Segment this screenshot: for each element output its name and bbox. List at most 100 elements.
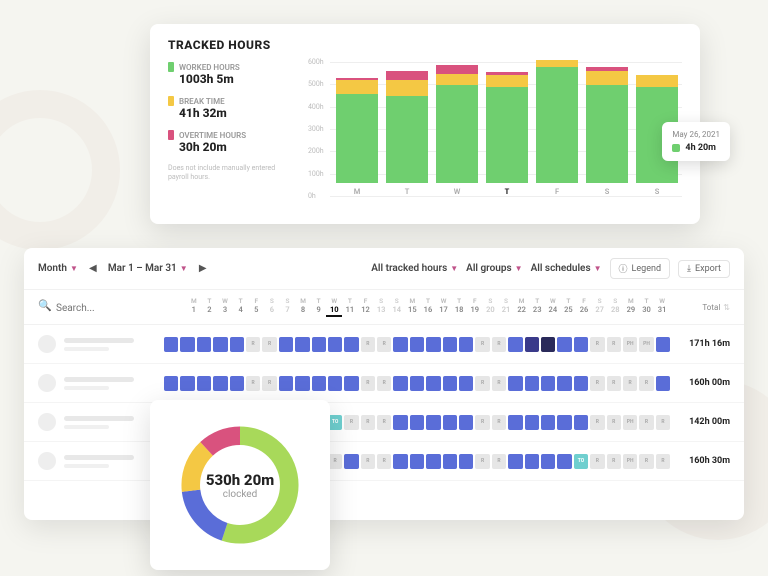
day-cell[interactable] bbox=[426, 337, 440, 352]
legend-button[interactable]: ⓘLegend bbox=[610, 258, 671, 279]
bar-column[interactable]: S bbox=[586, 67, 628, 196]
day-column-header[interactable]: S21 bbox=[498, 297, 514, 317]
employee-name[interactable] bbox=[64, 416, 164, 429]
day-cell[interactable] bbox=[164, 337, 178, 352]
day-cell[interactable]: R bbox=[607, 454, 621, 469]
day-cell[interactable] bbox=[426, 454, 440, 469]
day-cell[interactable]: R bbox=[607, 337, 621, 352]
day-cell[interactable] bbox=[525, 337, 539, 352]
day-cell[interactable]: R bbox=[475, 376, 489, 391]
prev-button[interactable]: ◀ bbox=[86, 262, 100, 276]
day-cell[interactable] bbox=[525, 415, 539, 430]
employee-name[interactable] bbox=[64, 338, 164, 351]
day-cell[interactable]: R bbox=[475, 415, 489, 430]
day-cell[interactable] bbox=[410, 337, 424, 352]
day-column-header[interactable]: W17 bbox=[436, 297, 452, 317]
day-cell[interactable]: R bbox=[262, 376, 276, 391]
day-cell[interactable]: R bbox=[475, 337, 489, 352]
day-cell[interactable] bbox=[508, 454, 522, 469]
bar-column[interactable]: M bbox=[336, 78, 378, 196]
groups-filter-dropdown[interactable]: All groups ▼ bbox=[466, 263, 522, 274]
day-cell[interactable]: R bbox=[607, 415, 621, 430]
day-cell[interactable]: R bbox=[361, 454, 375, 469]
day-cell[interactable] bbox=[410, 376, 424, 391]
day-column-header[interactable]: F5 bbox=[248, 297, 264, 317]
day-cell[interactable] bbox=[344, 337, 358, 352]
day-cell[interactable]: R bbox=[492, 376, 506, 391]
day-column-header[interactable]: M29 bbox=[623, 297, 639, 317]
day-column-header[interactable]: T4 bbox=[233, 297, 249, 317]
day-cell[interactable]: R bbox=[377, 337, 391, 352]
day-column-header[interactable]: F26 bbox=[576, 297, 592, 317]
day-cell[interactable]: R bbox=[246, 337, 260, 352]
day-cell[interactable] bbox=[541, 454, 555, 469]
day-column-header[interactable]: W24 bbox=[545, 297, 561, 317]
next-button[interactable]: ▶ bbox=[196, 262, 210, 276]
day-column-header[interactable]: S6 bbox=[264, 297, 280, 317]
day-cell[interactable] bbox=[312, 376, 326, 391]
avatar[interactable] bbox=[38, 452, 56, 470]
day-cell[interactable]: TO bbox=[328, 415, 342, 430]
day-column-header[interactable]: W10 bbox=[326, 297, 342, 317]
day-cell[interactable]: R bbox=[262, 337, 276, 352]
day-cell[interactable] bbox=[279, 376, 293, 391]
day-cell[interactable] bbox=[525, 376, 539, 391]
day-cell[interactable]: R bbox=[639, 376, 653, 391]
day-cell[interactable]: R bbox=[590, 415, 604, 430]
day-column-header[interactable]: F12 bbox=[358, 297, 374, 317]
day-cell[interactable] bbox=[410, 454, 424, 469]
day-cell[interactable] bbox=[180, 337, 194, 352]
day-cell[interactable] bbox=[557, 415, 571, 430]
day-cell[interactable] bbox=[328, 376, 342, 391]
day-cell[interactable] bbox=[230, 337, 244, 352]
day-column-header[interactable]: T23 bbox=[529, 297, 545, 317]
day-cell[interactable] bbox=[541, 376, 555, 391]
day-cell[interactable]: R bbox=[361, 337, 375, 352]
day-column-header[interactable]: W3 bbox=[217, 297, 233, 317]
day-column-header[interactable]: T30 bbox=[639, 297, 655, 317]
day-column-header[interactable]: S28 bbox=[607, 297, 623, 317]
day-cell[interactable] bbox=[525, 454, 539, 469]
export-button[interactable]: ⤓Export bbox=[678, 260, 730, 278]
day-cell[interactable]: PH bbox=[623, 415, 637, 430]
day-cell[interactable] bbox=[295, 376, 309, 391]
day-cell[interactable] bbox=[459, 454, 473, 469]
day-cell[interactable]: R bbox=[590, 337, 604, 352]
bar-column[interactable]: T bbox=[486, 72, 528, 196]
day-column-header[interactable]: M22 bbox=[514, 297, 530, 317]
day-cell[interactable]: R bbox=[377, 454, 391, 469]
day-cell[interactable] bbox=[541, 337, 555, 352]
total-column-header[interactable]: Total ⇅ bbox=[670, 303, 730, 312]
day-cell[interactable]: R bbox=[639, 415, 653, 430]
day-cell[interactable] bbox=[656, 337, 670, 352]
day-column-header[interactable]: M8 bbox=[295, 297, 311, 317]
day-cell[interactable] bbox=[557, 454, 571, 469]
day-cell[interactable]: R bbox=[361, 415, 375, 430]
day-cell[interactable]: R bbox=[656, 454, 670, 469]
day-cell[interactable] bbox=[574, 415, 588, 430]
period-dropdown[interactable]: Month ▼ bbox=[38, 263, 78, 274]
day-cell[interactable] bbox=[508, 376, 522, 391]
day-cell[interactable] bbox=[164, 376, 178, 391]
day-cell[interactable]: R bbox=[344, 415, 358, 430]
day-column-header[interactable]: T16 bbox=[420, 297, 436, 317]
day-cell[interactable]: R bbox=[590, 454, 604, 469]
day-cell[interactable]: R bbox=[377, 415, 391, 430]
day-column-header[interactable]: S14 bbox=[389, 297, 405, 317]
day-cell[interactable] bbox=[180, 376, 194, 391]
day-column-header[interactable]: T25 bbox=[561, 297, 577, 317]
day-cell[interactable] bbox=[557, 337, 571, 352]
day-column-header[interactable]: T18 bbox=[451, 297, 467, 317]
employee-name[interactable] bbox=[64, 377, 164, 390]
day-cell[interactable] bbox=[426, 376, 440, 391]
day-cell[interactable] bbox=[279, 337, 293, 352]
day-cell[interactable] bbox=[557, 376, 571, 391]
day-cell[interactable] bbox=[393, 415, 407, 430]
day-cell[interactable] bbox=[393, 454, 407, 469]
day-cell[interactable] bbox=[197, 337, 211, 352]
bar-column[interactable]: T bbox=[386, 71, 428, 196]
day-cell[interactable]: R bbox=[475, 454, 489, 469]
day-cell[interactable]: R bbox=[590, 376, 604, 391]
search-input[interactable] bbox=[38, 299, 186, 318]
bar-column[interactable]: F bbox=[536, 60, 578, 196]
